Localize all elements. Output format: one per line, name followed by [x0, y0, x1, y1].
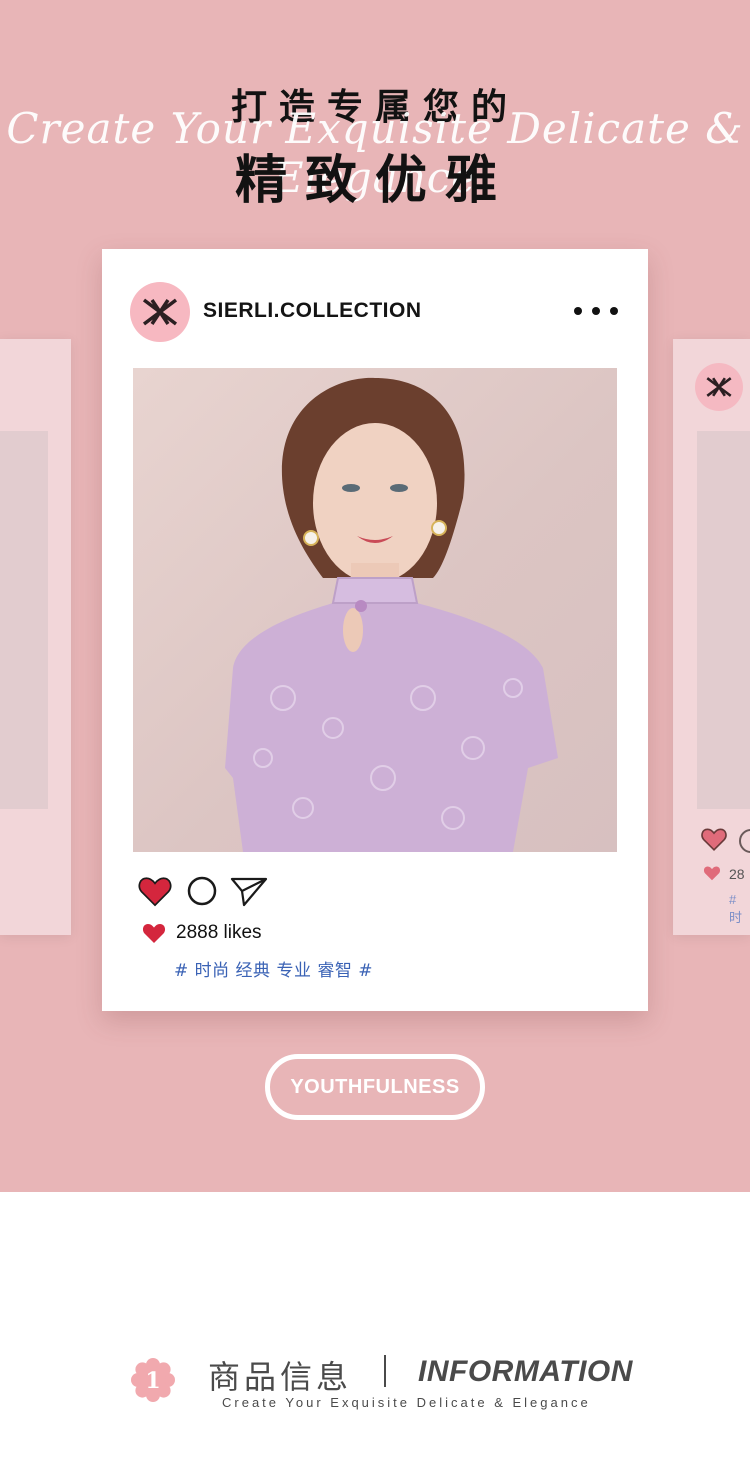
post-tags[interactable]: # 时尚 经典 专业 睿智 #: [174, 956, 373, 981]
post-photo: [133, 368, 617, 852]
info-subtitle: Create Your Exquisite Delicate & Eleganc…: [222, 1395, 591, 1410]
model-illustration: [225, 377, 558, 852]
side-card-right[interactable]: 28 # 时: [673, 339, 750, 935]
logo-icon: [142, 298, 178, 326]
info-divider: [384, 1355, 386, 1387]
likes-count: 2888 likes: [176, 922, 262, 943]
side-card-tags: # 时: [729, 892, 743, 925]
heart-icon: [703, 866, 721, 881]
info-title-en: INFORMATION: [418, 1355, 633, 1388]
youthfulness-label: YOUTHFULNESS: [290, 1075, 460, 1098]
side-card-left-photo: [0, 431, 48, 809]
post-actions: [138, 875, 298, 911]
side-card-right-photo: [697, 431, 750, 809]
heart-icon[interactable]: [138, 875, 172, 907]
flower-badge-icon: 1: [131, 1358, 175, 1402]
badge-number: 1: [145, 1368, 160, 1394]
post-username[interactable]: SIERLI.COLLECTION: [203, 299, 422, 323]
avatar[interactable]: [130, 282, 190, 342]
info-title-cn: 商品信息: [208, 1358, 353, 1396]
side-card-left[interactable]: [0, 339, 71, 935]
heart-icon: [142, 924, 166, 943]
comment-icon[interactable]: [186, 875, 218, 907]
comment-icon: [739, 829, 750, 853]
share-icon[interactable]: [230, 875, 268, 907]
side-card-avatar: [695, 363, 743, 411]
post-card: SIERLI.COLLECTION 2888 likes # 时尚 经典 专业 …: [102, 249, 648, 1011]
heart-icon: [701, 828, 727, 851]
youthfulness-button[interactable]: YOUTHFULNESS: [265, 1054, 485, 1120]
hero-title-line2: 精致优雅: [234, 151, 515, 211]
logo-icon: [706, 377, 732, 397]
white-background: [0, 1192, 750, 1461]
more-icon[interactable]: [574, 301, 618, 321]
side-card-likes: 28: [729, 866, 745, 882]
